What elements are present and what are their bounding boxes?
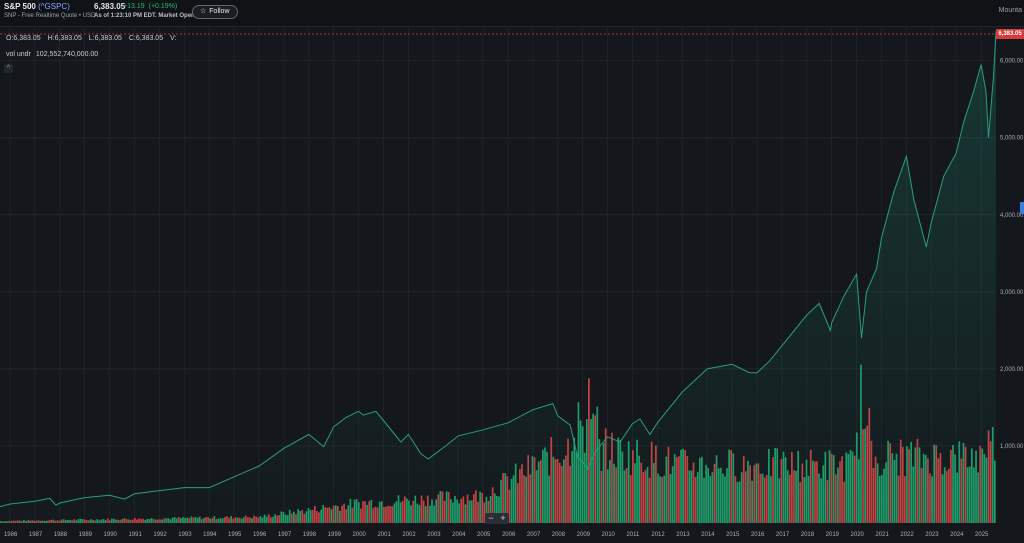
last-price-tag: 6,383.05 (996, 29, 1024, 39)
x-tick-label: 2010 (602, 532, 616, 538)
x-tick-label: 2005 (477, 532, 491, 538)
x-tick-label: 1987 (29, 532, 43, 538)
star-icon: ☆ (200, 8, 207, 15)
x-tick-label: 2009 (577, 532, 591, 538)
quote-source: SNP - Free Realtime Quote • USD (4, 13, 96, 19)
x-tick-label: 1995 (228, 532, 242, 538)
open-value: O:6,383.05 (6, 35, 41, 42)
x-tick-label: 2012 (651, 532, 665, 538)
collapse-indicators-button[interactable]: ^ (4, 64, 13, 73)
x-tick-label: 2001 (377, 532, 391, 538)
x-tick-label: 2018 (801, 532, 815, 538)
x-tick-label: 2006 (502, 532, 516, 538)
follow-label: Follow (209, 8, 230, 15)
zoom-in-button[interactable]: + (497, 513, 509, 524)
x-tick-label: 2023 (925, 532, 939, 538)
index-symbol: (^GSPC) (38, 2, 70, 11)
x-tick-label: 2020 (851, 532, 865, 538)
x-tick-label: 2008 (552, 532, 566, 538)
x-tick-label: 1991 (128, 532, 142, 538)
y-tick-label: 5,000.00 (1000, 136, 1024, 142)
x-tick-label: 2019 (826, 532, 840, 538)
volume-indicator-value: 102,552,740,000.00 (35, 51, 99, 58)
x-tick-label: 2015 (726, 532, 740, 538)
high-value: H:6,383.05 (47, 35, 82, 42)
x-tick-label: 1990 (104, 532, 118, 538)
x-tick-label: 2011 (626, 532, 640, 538)
volume-value: V: (170, 35, 177, 42)
current-price: 6,383.05 (94, 2, 126, 11)
x-tick-label: 2000 (353, 532, 367, 538)
x-tick-label: 1997 (278, 532, 292, 538)
x-tick-label: 2013 (676, 532, 690, 538)
x-tick-label: 2024 (950, 532, 964, 538)
x-tick-label: 1996 (253, 532, 267, 538)
x-tick-label: 1989 (79, 532, 93, 538)
x-tick-label: 2014 (701, 532, 715, 538)
market-status: As of 1:23:10 PM EDT. Market Open. (94, 13, 197, 19)
price-series (0, 31, 997, 523)
y-tick-label: 6,000.00 (1000, 59, 1024, 65)
x-tick-label: 1999 (328, 532, 342, 538)
close-value: C:6,383.05 (128, 35, 164, 42)
price-area (0, 31, 996, 523)
zoom-controls: − + (485, 513, 509, 524)
x-tick-label: 2007 (527, 532, 541, 538)
zoom-out-button[interactable]: − (485, 513, 497, 524)
y-tick-label: 3,000.00 (1000, 290, 1024, 296)
chevron-up-icon: ^ (6, 65, 11, 72)
scroll-marker[interactable] (1020, 202, 1024, 214)
x-tick-label: 2017 (776, 532, 790, 538)
y-axis: 1,000.002,000.003,000.004,000.005,000.00… (1000, 59, 1024, 450)
follow-button[interactable]: ☆ Follow (192, 5, 238, 19)
x-tick-label: 2004 (452, 532, 466, 538)
x-tick-label: 2022 (900, 532, 914, 538)
index-name: S&P 500 (4, 2, 36, 11)
x-tick-label: 1993 (178, 532, 192, 538)
x-tick-label: 1992 (153, 532, 167, 538)
x-tick-label: 2016 (751, 532, 765, 538)
y-tick-label: 1,000.00 (1000, 444, 1024, 450)
volume-indicator-name: vol undr (6, 51, 31, 58)
change-amount: +13.19 (123, 3, 145, 10)
ohlc-readout: O:6,383.05 H:6,383.05 L:6,383.05 C:6,383… (6, 35, 181, 42)
header-right-text: Mounta (998, 7, 1022, 14)
change-percent: (+0.19%) (148, 3, 178, 10)
x-tick-label: 1986 (4, 532, 18, 538)
x-tick-label: 2025 (975, 532, 989, 538)
quote-header: S&P 500 (^GSPC) SNP - Free Realtime Quot… (0, 0, 1024, 27)
x-tick-label: 2003 (427, 532, 441, 538)
x-tick-label: 2021 (875, 532, 889, 538)
x-tick-label: 2002 (402, 532, 416, 538)
x-tick-label: 1988 (54, 532, 68, 538)
ticker-title: S&P 500 (^GSPC) (4, 2, 70, 11)
chart-area[interactable]: 1,000.00 2,000.00 3,000.00 4,000.00 5,000.00… (0, 26, 1024, 543)
x-axis: 1986 1987 1988 1989 1990 1991 1992 1993 1994 1995… (4, 532, 989, 538)
low-value: L:6,383.05 (88, 35, 122, 42)
y-tick-label: 2,000.00 (1000, 367, 1024, 373)
volume-readout: vol undr 102,552,740,000.00 (6, 51, 103, 58)
x-tick-label: 1998 (303, 532, 317, 538)
price-change: +13.19 (+0.19%) (123, 3, 181, 10)
x-tick-label: 1994 (203, 532, 217, 538)
price-chart[interactable]: 1,000.002,000.003,000.004,000.005,000.00… (0, 26, 1024, 543)
